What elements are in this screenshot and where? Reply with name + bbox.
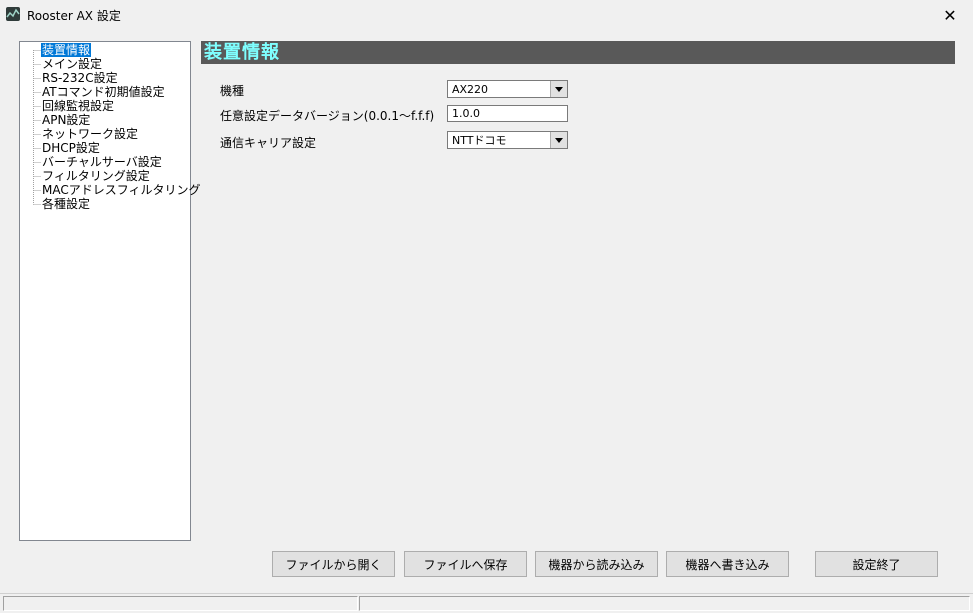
tree-item-label: バーチャルサーバ設定 — [42, 155, 162, 169]
finish-settings-button[interactable]: 設定終了 — [815, 551, 938, 577]
tree-item-label: 回線監視設定 — [42, 99, 115, 113]
read-from-device-button[interactable]: 機器から読み込み — [535, 551, 658, 577]
status-pane-right — [359, 596, 970, 611]
window-title: Rooster AX 設定 — [27, 9, 121, 23]
tree-item-label: RS-232C設定 — [42, 71, 118, 85]
panel-title: 装置情報 — [204, 42, 280, 63]
close-button[interactable]: ✕ — [927, 0, 973, 30]
tree-item-label: DHCP設定 — [42, 141, 100, 155]
open-file-button[interactable]: ファイルから開く — [272, 551, 395, 577]
tree-item-label: ATコマンド初期値設定 — [42, 85, 165, 99]
save-file-button[interactable]: ファイルへ保存 — [404, 551, 527, 577]
status-pane-left — [3, 596, 358, 611]
tree-item-label: メイン設定 — [42, 57, 103, 71]
carrier-select-value: NTTドコモ — [452, 134, 507, 147]
tree-item-label: ネットワーク設定 — [42, 127, 139, 141]
tree-item-label: MACアドレスフィルタリング — [42, 183, 201, 197]
chevron-down-icon[interactable] — [550, 81, 567, 97]
chevron-down-icon[interactable] — [550, 132, 567, 148]
model-select-value: AX220 — [452, 83, 489, 96]
carrier-label: 通信キャリア設定 — [220, 136, 317, 150]
data-version-label: 任意設定データバージョン(0.0.1～f.f.f) — [220, 109, 435, 123]
model-label: 機種 — [220, 84, 245, 98]
title-bar: Rooster AX 設定 ✕ — [0, 0, 973, 30]
write-to-device-button[interactable]: 機器へ書き込み — [666, 551, 789, 577]
panel-header: 装置情報 — [201, 41, 955, 64]
carrier-select[interactable]: NTTドコモ — [447, 131, 568, 149]
app-icon — [6, 7, 20, 21]
settings-tree[interactable]: 装置情報 メイン設定 RS-232C設定 ATコマンド初期値設定 回線監視設定 APN設定… — [19, 41, 201, 541]
tree-item-label: 装置情報 — [41, 43, 92, 57]
model-select[interactable]: AX220 — [447, 80, 568, 98]
tree-item-label: 各種設定 — [42, 197, 91, 211]
data-version-input[interactable] — [447, 105, 568, 122]
status-bar — [0, 593, 973, 613]
tree-item-label: APN設定 — [42, 113, 91, 127]
tree-item-label: フィルタリング設定 — [42, 169, 150, 183]
close-icon: ✕ — [943, 5, 957, 25]
